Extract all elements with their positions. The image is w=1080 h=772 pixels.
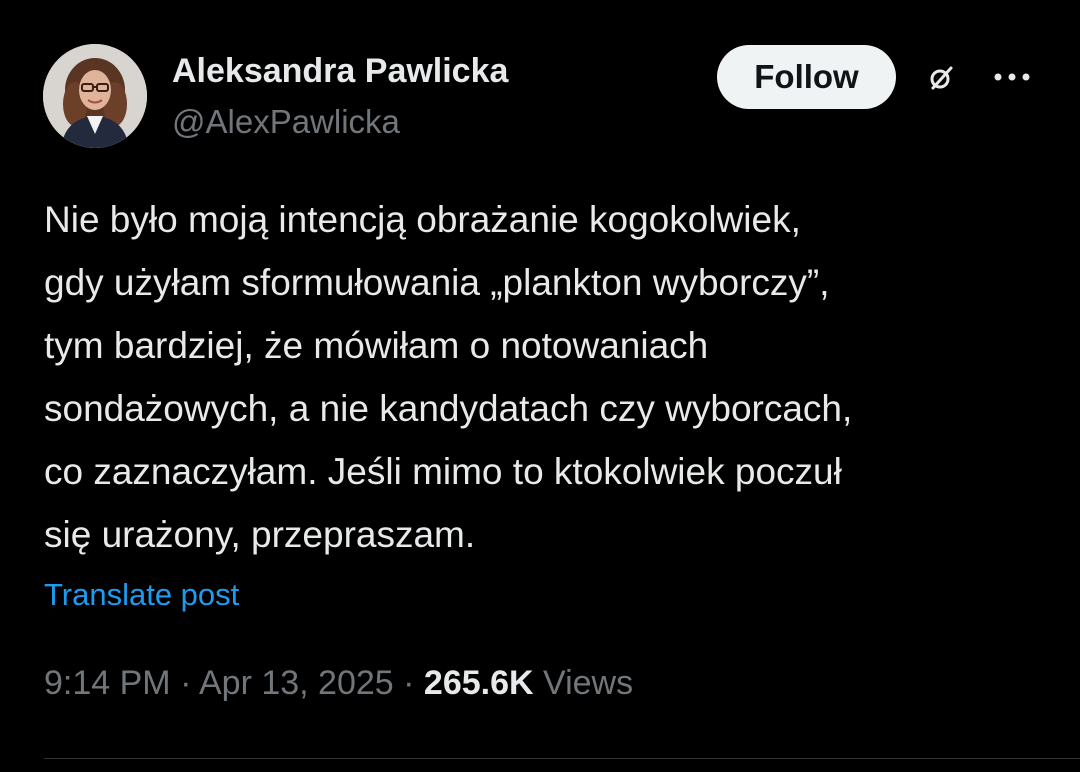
- avatar[interactable]: [43, 44, 147, 148]
- author-handle[interactable]: @AlexPawlicka: [172, 103, 400, 141]
- follow-button[interactable]: Follow: [717, 45, 896, 109]
- translate-post-link[interactable]: Translate post: [44, 577, 239, 613]
- divider: [44, 758, 1080, 759]
- views-count[interactable]: 265.6K: [424, 664, 534, 702]
- post-time[interactable]: 9:14 PM: [44, 664, 171, 702]
- meta-separator: ·: [403, 664, 415, 702]
- tweet: Aleksandra Pawlicka @AlexPawlicka Follow…: [0, 0, 1080, 772]
- views-label: Views: [543, 664, 634, 702]
- post-date[interactable]: Apr 13, 2025: [199, 664, 394, 702]
- author-name[interactable]: Aleksandra Pawlicka: [172, 52, 508, 91]
- grok-icon[interactable]: [925, 62, 957, 94]
- meta-separator: ·: [180, 664, 192, 702]
- post-meta: 9:14 PM · Apr 13, 2025 · 265.6K Views: [44, 664, 633, 703]
- more-horizontal-icon[interactable]: [990, 62, 1034, 92]
- post-text: Nie było moją intencją obrażanie kogokol…: [44, 199, 853, 555]
